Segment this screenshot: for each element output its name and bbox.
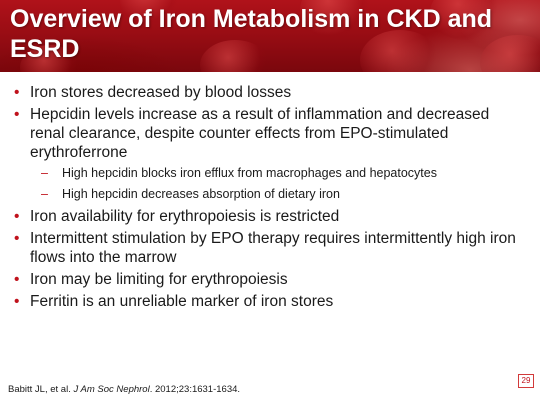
bullet-text: Iron may be limiting for erythropoiesis <box>30 271 288 288</box>
bullet-item: • Intermittent stimulation by EPO therap… <box>14 229 526 267</box>
sub-bullet-item: – High hepcidin blocks iron efflux from … <box>14 165 526 181</box>
citation: Babitt JL, et al. J Am Soc Nephrol. 2012… <box>8 384 240 395</box>
bullet-text: Intermittent stimulation by EPO therapy … <box>30 230 516 266</box>
page-number: 29 <box>518 374 534 388</box>
bullet-dot-icon: • <box>14 208 20 225</box>
citation-authors: Babitt JL, et al. <box>8 384 71 395</box>
citation-journal: J Am Soc Nephrol <box>73 384 150 395</box>
bullet-dot-icon: • <box>14 84 20 101</box>
bullet-item: • Iron stores decreased by blood losses <box>14 83 526 102</box>
bullet-dot-icon: • <box>14 230 20 247</box>
bullet-text: Hepcidin levels increase as a result of … <box>30 106 490 161</box>
bullet-item: • Iron may be limiting for erythropoiesi… <box>14 270 526 289</box>
sub-bullet-list: – High hepcidin blocks iron efflux from … <box>14 165 526 202</box>
bullet-text: Iron stores decreased by blood losses <box>30 84 292 101</box>
bullet-text: Iron availability for erythropoiesis is … <box>30 208 340 225</box>
bullet-dot-icon: • <box>14 106 20 123</box>
dash-icon: – <box>41 187 48 201</box>
sub-bullet-text: High hepcidin blocks iron efflux from ma… <box>62 166 437 180</box>
slide-title: Overview of Iron Metabolism in CKD and E… <box>10 5 493 63</box>
bullet-dot-icon: • <box>14 293 20 310</box>
slide-body: • Iron stores decreased by blood losses … <box>14 83 526 314</box>
bullet-item: • Hepcidin levels increase as a result o… <box>14 105 526 162</box>
citation-details: . 2012;23:1631-1634. <box>149 384 241 395</box>
bullet-item: • Ferritin is an unreliable marker of ir… <box>14 292 526 311</box>
bullet-dot-icon: • <box>14 271 20 288</box>
sub-bullet-text: High hepcidin decreases absorption of di… <box>62 187 340 201</box>
sub-bullet-item: – High hepcidin decreases absorption of … <box>14 186 526 202</box>
bullet-item: • Iron availability for erythropoiesis i… <box>14 207 526 226</box>
header-banner: Overview of Iron Metabolism in CKD and E… <box>0 0 540 72</box>
dash-icon: – <box>41 166 48 180</box>
bullet-text: Ferritin is an unreliable marker of iron… <box>30 293 334 310</box>
